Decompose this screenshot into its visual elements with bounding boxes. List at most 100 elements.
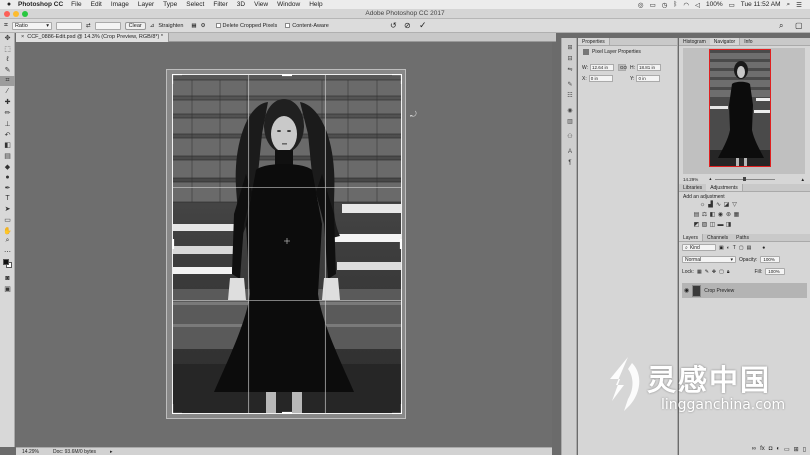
menu-window[interactable]: Window xyxy=(277,1,300,8)
hue-saturation-icon[interactable]: ▤ xyxy=(693,212,700,219)
filter-shape-icon[interactable]: ▢ xyxy=(739,245,744,251)
lock-position-icon[interactable]: ✥ xyxy=(712,269,716,275)
group-icon[interactable]: ▭ xyxy=(784,446,790,453)
menu-select[interactable]: Select xyxy=(186,1,204,8)
levels-icon[interactable]: ▟ xyxy=(707,202,714,209)
tab-info[interactable]: Info xyxy=(740,38,756,45)
adjust-panel-icon[interactable]: ⊟ xyxy=(562,53,578,64)
gradient-tool-icon[interactable]: ▤ xyxy=(0,151,15,162)
posterize-icon[interactable]: ▨ xyxy=(701,222,708,229)
history-panel-icon[interactable]: ◉ xyxy=(562,105,578,116)
layer-filter-kind-select[interactable]: ⌕ Kind xyxy=(682,244,716,251)
dodge-tool-icon[interactable]: ● xyxy=(0,172,15,183)
lasso-tool-icon[interactable]: ℓ xyxy=(0,54,15,65)
crop-tool-icon[interactable]: ⌗ xyxy=(0,75,15,87)
close-window-button[interactable] xyxy=(4,11,10,17)
app-menu[interactable]: Photoshop CC xyxy=(18,1,63,8)
lock-all-icon[interactable]: 🔒︎ xyxy=(727,269,730,275)
screen-mode-icon[interactable]: ▣ xyxy=(0,284,15,295)
menu-edit[interactable]: Edit xyxy=(91,1,102,8)
menu-layer[interactable]: Layer xyxy=(138,1,154,8)
wifi-icon[interactable]: ◠ xyxy=(683,1,689,9)
notification-icon[interactable]: ☰ xyxy=(796,1,802,9)
eyedropper-tool-icon[interactable]: ⁄ xyxy=(0,86,15,97)
creative-cloud-icon[interactable]: ◎ xyxy=(638,1,644,9)
tab-navigator[interactable]: Navigator xyxy=(709,38,741,45)
display-icon[interactable]: ▭ xyxy=(650,1,656,9)
exposure-icon[interactable]: ◪ xyxy=(723,202,730,209)
brush-panel-icon[interactable]: ✎ xyxy=(562,79,578,90)
pen-tool-icon[interactable]: ✒ xyxy=(0,183,15,194)
blend-mode-select[interactable]: Normal ▾ xyxy=(682,256,736,263)
filter-pixel-icon[interactable]: ▣ xyxy=(719,245,724,251)
invert-icon[interactable]: ◩ xyxy=(693,222,700,229)
timemachine-icon[interactable]: ◷ xyxy=(662,1,668,9)
ratio-select[interactable]: Ratio ▾ xyxy=(11,21,52,30)
lock-transparent-icon[interactable]: ▦ xyxy=(697,269,702,275)
zoom-level[interactable]: 14.29% xyxy=(22,449,39,455)
navigator-zoom[interactable]: 14.29% xyxy=(683,177,698,182)
filter-smart-icon[interactable]: ▤ xyxy=(747,245,752,251)
tab-layers[interactable]: Layers xyxy=(679,234,704,241)
filter-toggle-icon[interactable]: ● xyxy=(762,245,765,251)
straighten-icon[interactable]: ⊿ xyxy=(150,23,155,29)
visibility-eye-icon[interactable]: ◉ xyxy=(684,287,689,294)
cancel-crop-icon[interactable]: ⊘ xyxy=(404,21,411,30)
doc-size[interactable]: Doc: 93.6M/0 bytes xyxy=(53,449,96,455)
workspace-icon[interactable]: ▢ xyxy=(795,21,803,30)
threshold-icon[interactable]: ◫ xyxy=(709,222,716,229)
close-tab-icon[interactable]: × xyxy=(21,34,24,40)
foreground-color-swatch[interactable] xyxy=(3,259,9,266)
hand-tool-icon[interactable]: ✋ xyxy=(0,225,15,236)
tab-adjustments[interactable]: Adjustments xyxy=(706,184,743,191)
overlay-grid-icon[interactable]: ▦ xyxy=(191,23,196,29)
layer-name[interactable]: Crop Preview xyxy=(704,288,734,294)
menu-3d[interactable]: 3D xyxy=(237,1,245,8)
color-balance-icon[interactable]: ⚖ xyxy=(701,212,708,219)
clock[interactable]: Tue 11:52 AM xyxy=(741,1,781,8)
mask-icon[interactable]: ◘ xyxy=(769,446,773,452)
navigator-view-box[interactable] xyxy=(709,49,771,167)
trash-icon[interactable]: ▯ xyxy=(803,446,806,453)
x-input[interactable]: 0 in xyxy=(588,75,613,82)
marquee-tool-icon[interactable]: ⬚ xyxy=(0,44,15,55)
lock-artboard-icon[interactable]: ▢ xyxy=(719,269,724,275)
tab-properties[interactable]: Properties xyxy=(578,38,610,45)
fill-input[interactable]: 100% xyxy=(765,268,786,275)
curves-icon[interactable]: ∿ xyxy=(715,202,722,209)
zoom-window-button[interactable] xyxy=(22,11,28,17)
volume-icon[interactable]: ◁ xyxy=(695,1,700,9)
move-tool-icon[interactable]: ✥ xyxy=(0,33,15,44)
clear-button[interactable]: Clear xyxy=(124,21,146,30)
reset-crop-icon[interactable]: ↺ xyxy=(390,21,397,30)
new-layer-icon[interactable]: ⊞ xyxy=(794,446,799,453)
w-input[interactable]: 12.64 in xyxy=(590,64,615,71)
crop-tool-preset-icon[interactable]: ⌗ xyxy=(4,22,8,30)
channel-mixer-icon[interactable]: ⊛ xyxy=(725,212,732,219)
people-panel-icon[interactable]: ⚇ xyxy=(562,131,578,142)
black-white-icon[interactable]: ◧ xyxy=(709,212,716,219)
search-icon[interactable]: ⌕ xyxy=(779,21,783,31)
zoom-tool-icon[interactable]: ⌕ xyxy=(0,236,15,247)
layer-row[interactable]: ◉ Crop Preview xyxy=(682,283,807,298)
type-tool-icon[interactable]: T xyxy=(0,193,15,204)
photo-filter-icon[interactable]: ◉ xyxy=(717,212,724,219)
menu-view[interactable]: View xyxy=(254,1,268,8)
content-aware-checkbox[interactable]: Content-Aware xyxy=(285,23,329,29)
brightness-contrast-icon[interactable]: ☼ xyxy=(699,202,706,209)
lock-pixels-icon[interactable]: ✎ xyxy=(705,269,709,275)
ratio-height-input[interactable] xyxy=(94,21,121,30)
gradient-map-icon[interactable]: ▬ xyxy=(717,222,724,229)
menu-file[interactable]: File xyxy=(71,1,81,8)
selective-color-icon[interactable]: ◨ xyxy=(725,222,732,229)
menu-image[interactable]: Image xyxy=(111,1,129,8)
healing-brush-tool-icon[interactable]: ✚ xyxy=(0,97,15,108)
fx-icon[interactable]: fx xyxy=(760,446,765,452)
brush-tool-icon[interactable]: ✏ xyxy=(0,108,15,119)
tab-channels[interactable]: Channels xyxy=(703,234,732,241)
minimize-window-button[interactable] xyxy=(13,11,19,17)
tab-paths[interactable]: Paths xyxy=(732,234,753,241)
zoom-slider-thumb[interactable] xyxy=(742,176,746,181)
link-layers-icon[interactable]: ∞ xyxy=(752,446,756,452)
ratio-width-input[interactable] xyxy=(55,21,82,30)
